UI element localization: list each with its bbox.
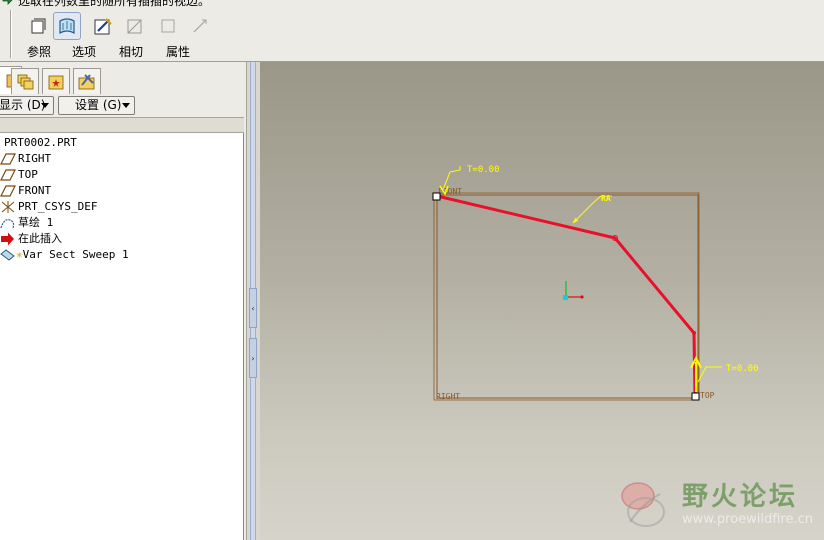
favorites-tab[interactable] (73, 68, 101, 94)
options-icon (59, 18, 75, 35)
part-icon (0, 136, 2, 150)
tree-item-label: FRONT (18, 184, 52, 197)
end-leader (697, 366, 722, 383)
settings-dropdown[interactable]: 设置 (G) (58, 96, 135, 115)
favorites-tab-icon (78, 73, 95, 89)
disabled-line-button[interactable] (186, 12, 214, 40)
chevron-left-icon: ‹ (251, 303, 255, 313)
watermark-title: 野火论坛 (682, 482, 799, 512)
chevron-right-icon: › (251, 353, 255, 363)
start-t-label: T=0.00 (467, 165, 500, 175)
properties-label: 属性 (165, 45, 190, 59)
tree-item-label: RIGHT (18, 152, 52, 165)
settings-dropdown-label: 设置 (G) (75, 98, 122, 112)
properties-button[interactable] (121, 12, 149, 40)
trajectory-vertex (692, 331, 696, 335)
feature-dashboard: 选取在列数里的随所有插插的视边。 参照 选项 相切 属性 (0, 0, 824, 62)
options-label: 选项 (71, 45, 96, 59)
tangency-icon (94, 18, 112, 35)
prompt-arrow-icon (2, 0, 13, 5)
datum-plane-icon (0, 153, 16, 165)
sketch-icon (0, 219, 15, 229)
model-tree-toolbar: 显示 (D) 设置 (G) (0, 94, 246, 118)
watermark-url: www.proewildfire.cn (682, 512, 813, 527)
chevron-down-icon (41, 103, 49, 108)
insert-here-icon (1, 232, 14, 246)
navigator-panel: 显示 (D) 设置 (G) PRT0002.PRT RIGHT TOP FRON… (0, 62, 246, 540)
show-dropdown[interactable]: 显示 (D) (0, 96, 54, 115)
expand-right-button[interactable]: › (249, 338, 257, 378)
tangency-button[interactable] (89, 12, 117, 40)
end-t-label: T=0.00 (726, 364, 759, 374)
tree-item-label: PRT0002.PRT (4, 136, 77, 149)
diagonal-line-icon (193, 19, 207, 33)
rectangle-icon (161, 19, 175, 33)
model-tree: PRT0002.PRT RIGHT TOP FRONT PRT_CSYS_DEF… (0, 133, 244, 540)
layer-tree-tab[interactable] (11, 68, 39, 94)
folder-browser-tab[interactable] (42, 68, 70, 94)
disabled-rect-button[interactable] (154, 12, 182, 40)
start-point-handle[interactable] (432, 192, 441, 201)
model-scene[interactable]: FRONT RIGHT TOP RA T=0.00 T=0.00 (260, 62, 824, 540)
end-point-handle[interactable] (691, 392, 700, 401)
dashboard-separator (10, 10, 12, 58)
layer-tree-tab-icon (17, 74, 34, 89)
right-plane-label: RIGHT (436, 392, 460, 401)
panel-splitter[interactable]: ‹ › (246, 62, 260, 540)
tree-item-label: TOP (18, 168, 38, 181)
navigator-tabs (0, 64, 246, 94)
watermark-logo-icon (621, 482, 665, 527)
graphics-window[interactable]: FRONT RIGHT TOP RA T=0.00 T=0.00 (260, 62, 824, 540)
collapse-left-button[interactable]: ‹ (249, 288, 257, 328)
tree-item-label: ✳Var Sect Sweep 1 (16, 248, 129, 261)
top-plane-label: TOP (700, 391, 715, 400)
reference-icon (31, 18, 46, 34)
datum-plane-icon (0, 185, 16, 197)
chevron-down-icon (122, 103, 130, 108)
tree-item-label: 草绘 1 (18, 216, 54, 229)
tree-item-label: PRT_CSYS_DEF (18, 200, 98, 213)
folder-browser-tab-icon (48, 75, 64, 89)
csys-icon (1, 201, 15, 213)
datum-plane-icon (0, 169, 16, 181)
var-sect-sweep-icon (0, 249, 15, 261)
model-tree-header (0, 117, 244, 133)
trajectory-label: RA (601, 194, 611, 203)
options-button[interactable] (53, 12, 81, 40)
tangency-label: 相切 (118, 45, 143, 59)
new-feature-star-icon: ✳ (16, 248, 23, 261)
properties-icon (127, 19, 142, 34)
origin-direction-arrow-icon[interactable] (690, 355, 702, 392)
site-watermark: 野火论坛 www.proewildfire.cn (612, 472, 822, 536)
show-dropdown-label: 显示 (D) (0, 98, 46, 112)
prompt-text: 选取在列数里的随所有插插的视边。 (18, 0, 211, 8)
tree-item-label: 在此插入 (18, 232, 62, 245)
reference-button[interactable] (25, 12, 53, 40)
reference-label: 参照 (26, 45, 51, 59)
csys-triad-icon (563, 281, 584, 300)
